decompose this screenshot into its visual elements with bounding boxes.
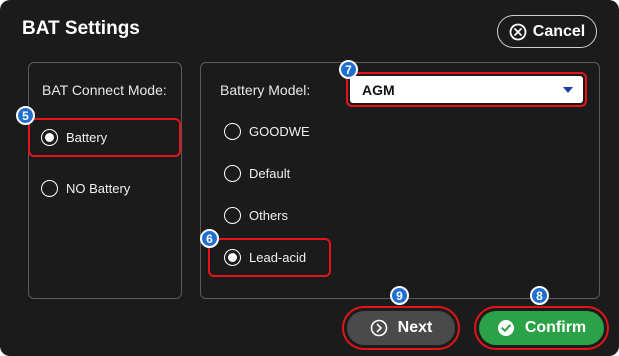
- page-title: BAT Settings: [22, 18, 140, 39]
- cancel-button[interactable]: Cancel: [497, 15, 597, 48]
- radio-lead-acid[interactable]: Lead-acid: [224, 249, 306, 266]
- connect-mode-label: BAT Connect Mode:: [42, 82, 167, 98]
- step-badge-9: 9: [390, 286, 409, 305]
- next-label: Next: [397, 319, 433, 336]
- radio-others-label: Others: [249, 208, 289, 223]
- next-button[interactable]: Next: [347, 311, 455, 345]
- confirm-button[interactable]: Confirm: [479, 311, 604, 345]
- step-badge-8: 8: [530, 286, 549, 305]
- radio-lead-acid-label: Lead-acid: [249, 250, 307, 265]
- confirm-label: Confirm: [524, 319, 587, 336]
- radio-battery-label: Battery: [66, 130, 108, 145]
- battery-model-select[interactable]: AGM: [350, 76, 583, 103]
- radio-circle: [41, 180, 58, 197]
- radio-circle: [41, 129, 58, 146]
- radio-circle: [224, 249, 241, 266]
- radio-goodwe-label: GOODWE: [249, 124, 310, 139]
- screen: BAT Settings Cancel BAT Connect Mode: Ba…: [0, 0, 619, 356]
- step-badge-5: 5: [16, 106, 35, 125]
- select-value: AGM: [362, 81, 395, 98]
- battery-model-label: Battery Model:: [220, 82, 311, 98]
- radio-circle: [224, 123, 241, 140]
- radio-default[interactable]: Default: [224, 165, 290, 182]
- caret-down-icon: [563, 86, 573, 93]
- radio-dot: [228, 253, 237, 262]
- cancel-label: Cancel: [532, 22, 586, 40]
- radio-goodwe[interactable]: GOODWE: [224, 123, 310, 140]
- radio-default-label: Default: [249, 166, 291, 181]
- step-badge-6: 6: [200, 229, 219, 248]
- check-circle-icon: [497, 320, 514, 336]
- chevron-right-circle-icon: [370, 319, 387, 337]
- radio-circle: [224, 207, 241, 224]
- radio-others[interactable]: Others: [224, 207, 288, 224]
- step-badge-7: 7: [339, 60, 358, 79]
- circle-x-icon: [509, 23, 527, 40]
- radio-dot: [45, 133, 54, 142]
- radio-no-battery[interactable]: NO Battery: [41, 180, 130, 197]
- radio-no-battery-label: NO Battery: [66, 181, 131, 196]
- radio-circle: [224, 165, 241, 182]
- radio-battery[interactable]: Battery: [41, 129, 107, 146]
